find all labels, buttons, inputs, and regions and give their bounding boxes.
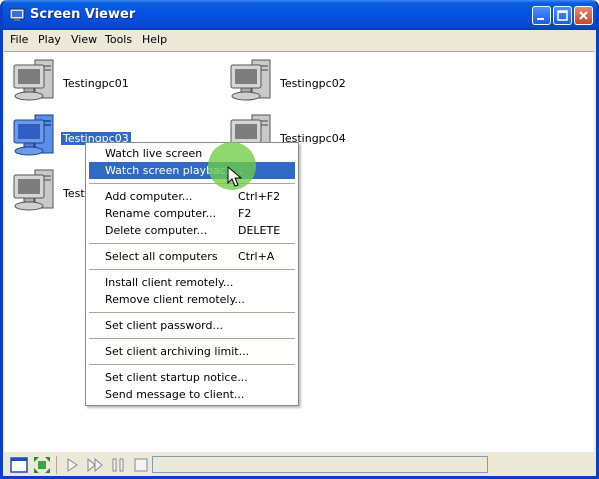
menu-item-remove-client[interactable]: Remove client remotely... xyxy=(89,291,295,308)
menu-bar: File Play View Tools Help xyxy=(3,30,596,50)
menu-item-set-client-password[interactable]: Set client password... xyxy=(89,317,295,334)
computer-item[interactable]: Testingpc02 xyxy=(228,57,438,107)
menu-item-label: Set client startup notice... xyxy=(105,371,248,384)
menu-item-label: Send message to client... xyxy=(105,388,245,401)
menu-item-shortcut: Ctrl+A xyxy=(238,250,275,263)
menu-item-shortcut: DELETE xyxy=(238,224,281,237)
menu-help[interactable]: Help xyxy=(142,33,167,46)
menu-item-set-startup-notice[interactable]: Set client startup notice... xyxy=(89,369,295,386)
title-bar[interactable]: Screen Viewer xyxy=(3,0,596,30)
computer-icon xyxy=(13,59,54,101)
menu-separator xyxy=(89,243,295,244)
menu-play[interactable]: Play xyxy=(38,33,61,46)
normal-view-icon[interactable] xyxy=(10,456,28,474)
minimize-icon xyxy=(537,18,544,20)
fast-forward-icon[interactable] xyxy=(86,456,104,474)
window-title: Screen Viewer xyxy=(30,7,136,22)
menu-item-label: Install client remotely... xyxy=(105,276,234,289)
computer-icon xyxy=(13,114,54,156)
close-icon xyxy=(579,11,588,20)
menu-item-label: Delete computer... xyxy=(105,224,208,237)
menu-item-label: Remove client remotely... xyxy=(105,293,245,306)
computer-name: Test xyxy=(63,187,85,200)
menu-item-watch-live-screen[interactable]: Watch live screen xyxy=(89,145,295,162)
mouse-cursor-icon xyxy=(227,166,243,187)
menu-separator xyxy=(89,364,295,365)
toolbar-separator xyxy=(56,456,57,474)
menu-item-label: Set client password... xyxy=(105,319,223,332)
bottom-toolbar xyxy=(3,452,596,476)
menu-item-shortcut: Ctrl+F2 xyxy=(238,190,281,203)
playback-progress-bar[interactable] xyxy=(152,456,488,473)
menu-item-label: Select all computers xyxy=(105,250,218,263)
menu-item-label: Rename computer... xyxy=(105,207,217,220)
minimize-button[interactable] xyxy=(532,6,551,25)
maximize-icon xyxy=(557,10,568,21)
menu-separator xyxy=(89,269,295,270)
fullscreen-icon[interactable] xyxy=(33,456,51,474)
computer-icon xyxy=(13,169,54,211)
menu-file[interactable]: File xyxy=(10,33,28,46)
menu-view[interactable]: View xyxy=(71,33,97,46)
computer-name: Testingpc01 xyxy=(63,77,129,90)
menu-separator xyxy=(89,312,295,313)
menu-item-label: Watch live screen xyxy=(105,147,203,160)
menu-item-label: Set client archiving limit... xyxy=(105,345,250,358)
maximize-button[interactable] xyxy=(553,6,572,25)
close-button[interactable] xyxy=(574,6,593,25)
app-icon xyxy=(9,8,25,21)
computer-item[interactable]: Testingpc01 xyxy=(11,57,221,107)
screen-viewer-window: Screen Viewer File Play View Tools Help xyxy=(0,0,599,479)
stop-icon[interactable] xyxy=(132,456,150,474)
menu-item-delete-computer[interactable]: Delete computer... DELETE xyxy=(89,222,295,239)
context-menu: Watch live screen Watch screen playback.… xyxy=(85,142,299,406)
computer-icon xyxy=(230,59,271,101)
menu-item-rename-computer[interactable]: Rename computer... F2 xyxy=(89,205,295,222)
menu-item-send-message[interactable]: Send message to client... xyxy=(89,386,295,403)
pause-icon[interactable] xyxy=(109,456,127,474)
play-icon[interactable] xyxy=(63,456,81,474)
menu-item-watch-screen-playback[interactable]: Watch screen playback... xyxy=(89,162,295,179)
menu-item-install-client[interactable]: Install client remotely... xyxy=(89,274,295,291)
menu-tools[interactable]: Tools xyxy=(105,33,132,46)
menu-item-shortcut: F2 xyxy=(238,207,252,220)
computer-name: Testingpc02 xyxy=(280,77,346,90)
menu-separator xyxy=(89,338,295,339)
menu-item-select-all[interactable]: Select all computers Ctrl+A xyxy=(89,248,295,265)
menu-item-set-archiving-limit[interactable]: Set client archiving limit... xyxy=(89,343,295,360)
menu-item-add-computer[interactable]: Add computer... Ctrl+F2 xyxy=(89,188,295,205)
menu-separator xyxy=(89,183,295,184)
menu-item-label: Add computer... xyxy=(105,190,193,203)
